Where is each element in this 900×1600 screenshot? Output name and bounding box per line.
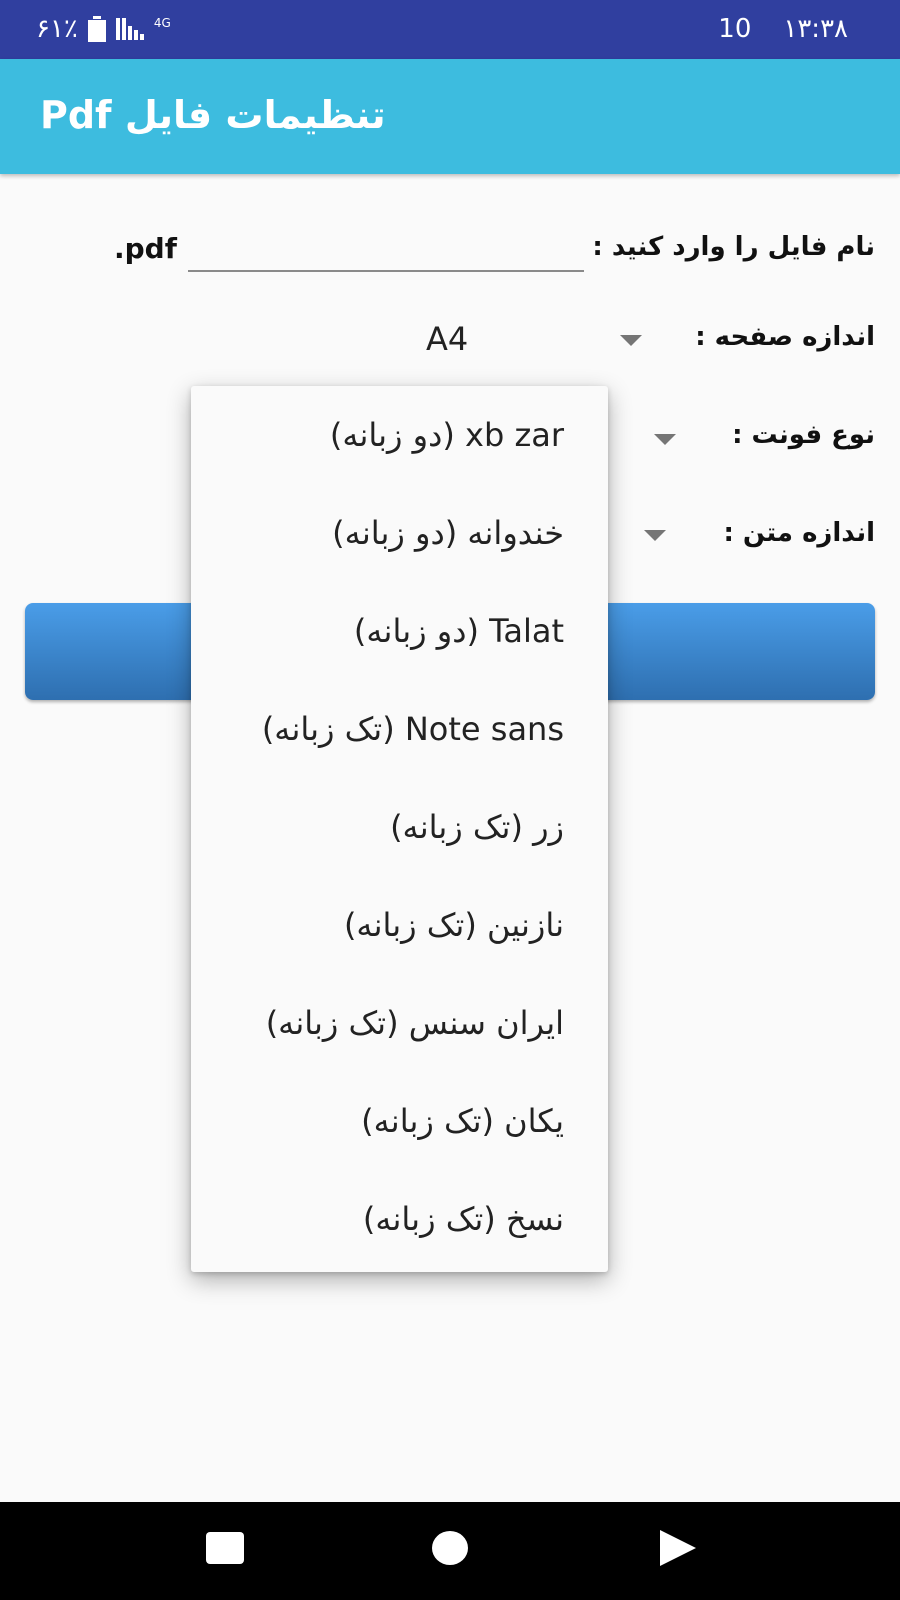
filename-input[interactable] xyxy=(188,222,584,272)
dropdown-option[interactable]: یکان (تک زبانه) xyxy=(191,1072,608,1170)
font-dropdown-menu: xb zar (دو زبانه) خندوانه (دو زبانه) Tal… xyxy=(191,386,608,1272)
clock: ۱۳:۳۸ xyxy=(783,14,848,44)
font-type-spinner[interactable] xyxy=(640,420,700,460)
nav-square-icon[interactable] xyxy=(206,1532,244,1564)
page-title: تنظیمات فایل Pdf xyxy=(40,93,386,137)
dropdown-option[interactable]: ایران سنس (تک زبانه) xyxy=(191,974,608,1072)
app-bar: تنظیمات فایل Pdf xyxy=(0,59,900,174)
dropdown-option[interactable]: زر (تک زبانه) xyxy=(191,778,608,876)
page-size-label: اندازه صفحه : xyxy=(695,322,875,352)
status-right: 10 ۱۳:۳۸ xyxy=(718,14,848,44)
navigation-bar xyxy=(0,1502,900,1600)
notification-count: 10 xyxy=(718,14,752,44)
dropdown-option[interactable]: Note sans (تک زبانه) xyxy=(191,680,608,778)
battery-icon xyxy=(87,16,106,42)
text-size-spinner[interactable] xyxy=(630,516,690,556)
caret-down-icon xyxy=(654,434,676,445)
filename-extension: .pdf xyxy=(114,232,177,265)
dropdown-option[interactable]: نسخ (تک زبانه) xyxy=(191,1170,608,1268)
signal-icon xyxy=(115,18,144,40)
status-bar: ۶۱٪ 4G 10 ۱۳:۳۸ xyxy=(0,0,900,59)
status-left: ۶۱٪ 4G xyxy=(36,14,171,44)
caret-down-icon xyxy=(620,335,642,346)
dropdown-option[interactable]: Talat (دو زبانه) xyxy=(191,582,608,680)
font-type-label: نوع فونت : xyxy=(732,420,875,450)
dropdown-option[interactable]: خندوانه (دو زبانه) xyxy=(191,484,608,582)
dropdown-option[interactable]: نازنین (تک زبانه) xyxy=(191,876,608,974)
network-type: 4G xyxy=(153,16,171,30)
battery-percent: ۶۱٪ xyxy=(36,14,78,44)
nav-circle-icon[interactable] xyxy=(432,1531,468,1565)
nav-triangle-icon[interactable] xyxy=(660,1530,696,1566)
caret-down-icon xyxy=(644,530,666,541)
filename-label: نام فایل را وارد کنید : xyxy=(592,232,875,262)
text-size-label: اندازه متن : xyxy=(723,518,875,548)
page-size-value: A4 xyxy=(426,320,469,358)
page-size-spinner[interactable]: A4 xyxy=(400,310,650,370)
dropdown-option[interactable]: xb zar (دو زبانه) xyxy=(191,386,608,484)
